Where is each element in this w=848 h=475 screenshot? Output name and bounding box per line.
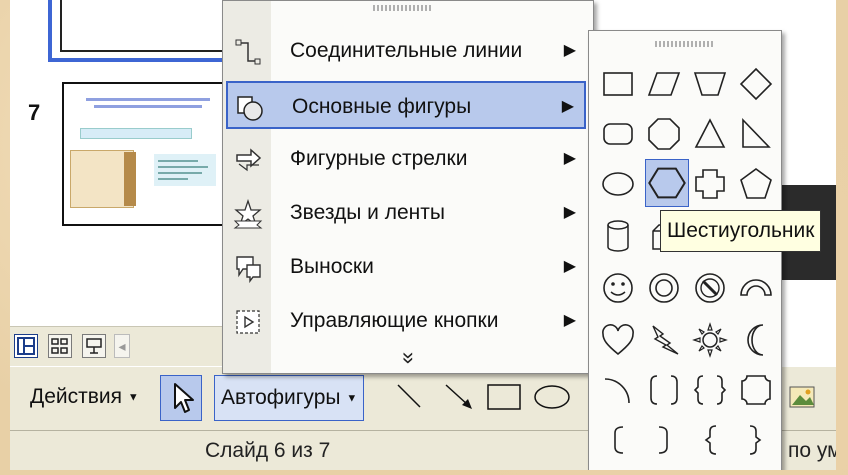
slide-thumbnail-banner: [80, 128, 192, 139]
block-arrows-icon: [232, 145, 264, 175]
actions-menu-button[interactable]: Действия ▼: [30, 385, 139, 409]
slide-thumbnail-pane: 7: [10, 0, 236, 335]
menu-item-stars-banners[interactable]: Звезды и ленты ▶: [226, 189, 586, 237]
slide-thumbnail-title: [80, 92, 216, 108]
submenu-arrow-icon: ▶: [563, 42, 576, 59]
rectangle-shape-icon[interactable]: [599, 65, 637, 103]
basic-shapes-icon: [234, 93, 266, 123]
menu-item-basic-shapes[interactable]: Основные фигуры ▶: [226, 81, 586, 129]
stars-banners-icon: [232, 198, 264, 229]
action-buttons-icon: [232, 307, 264, 337]
lightning-bolt-shape-icon[interactable]: [645, 321, 683, 359]
submenu-arrow-icon: ▶: [561, 98, 574, 115]
expand-menu-chevron-icon[interactable]: »: [396, 352, 422, 364]
slide-canvas-area: [780, 0, 836, 185]
cursor-arrow-icon: [174, 383, 194, 413]
insert-picture-icon[interactable]: [788, 383, 818, 411]
dropdown-arrow-icon: ▼: [346, 392, 358, 405]
right-bracket-shape-icon[interactable]: [645, 421, 683, 459]
slide-thumbnail-image-spine: [124, 152, 136, 206]
octagon-shape-icon[interactable]: [645, 115, 683, 153]
sun-shape-icon[interactable]: [691, 321, 729, 359]
moon-shape-icon[interactable]: [737, 321, 775, 359]
slide-sorter-view-icon[interactable]: [48, 334, 72, 358]
slide-thumbnail-textbox: [154, 154, 216, 186]
view-buttons-bar: ◂: [10, 326, 224, 367]
triangle-shape-icon[interactable]: [691, 115, 729, 153]
rounded-rectangle-shape-icon[interactable]: [599, 115, 637, 153]
menu-item-connectors[interactable]: Соединительные линии ▶: [226, 27, 586, 75]
no-symbol-shape-icon[interactable]: [691, 269, 729, 307]
oval-tool-icon[interactable]: [532, 383, 572, 411]
menu-item-action-buttons[interactable]: Управляющие кнопки ▶: [226, 297, 586, 345]
application-window: 7 ◂ Действия ▼ Автофигуры ▼ Слайд 6 из 7…: [10, 0, 836, 470]
menu-item-label: Соединительные линии: [290, 39, 523, 62]
donut-shape-icon[interactable]: [645, 269, 683, 307]
menu-item-block-arrows[interactable]: Фигурные стрелки ▶: [226, 135, 586, 183]
slide-number: 7: [28, 100, 41, 125]
heart-shape-icon[interactable]: [599, 321, 637, 359]
double-brace-shape-icon[interactable]: [691, 371, 729, 409]
arrow-tool-icon[interactable]: [442, 381, 476, 413]
menu-item-label: Выноски: [290, 255, 374, 278]
shape-tooltip: Шестиугольник: [660, 210, 822, 252]
actions-label: Действия: [30, 385, 123, 408]
slide-thumbnail-7[interactable]: [62, 82, 232, 226]
parallelogram-shape-icon[interactable]: [645, 65, 683, 103]
submenu-arrow-icon: ▶: [563, 204, 576, 221]
trapezoid-shape-icon[interactable]: [691, 65, 729, 103]
connector-lines-icon: [232, 37, 264, 67]
menu-item-label: Основные фигуры: [292, 95, 472, 118]
select-objects-button[interactable]: [160, 375, 202, 421]
menu-drag-handle[interactable]: [373, 5, 433, 11]
scroll-left-icon[interactable]: ◂: [114, 334, 130, 358]
submenu-arrow-icon: ▶: [563, 258, 576, 275]
submenu-drag-handle[interactable]: [655, 41, 715, 47]
callouts-icon: [232, 253, 264, 284]
cross-shape-icon[interactable]: [691, 165, 729, 203]
dropdown-arrow-icon: ▼: [127, 391, 139, 404]
can-shape-icon[interactable]: [599, 217, 637, 255]
rectangle-tool-icon[interactable]: [486, 383, 522, 411]
menu-item-label: Звезды и ленты: [290, 201, 445, 224]
slide-thumbnail-6[interactable]: [48, 0, 236, 62]
plaque-shape-icon[interactable]: [737, 371, 775, 409]
normal-view-icon[interactable]: [14, 334, 38, 358]
submenu-arrow-icon: ▶: [563, 150, 576, 167]
status-design-name: по умо: [788, 439, 836, 462]
menu-item-label: Управляющие кнопки: [290, 309, 499, 332]
autoshapes-menu-button[interactable]: Автофигуры ▼: [214, 375, 365, 421]
submenu-arrow-icon: ▶: [563, 312, 576, 329]
menu-item-callouts[interactable]: Выноски ▶: [226, 243, 586, 291]
left-bracket-shape-icon[interactable]: [599, 421, 637, 459]
slideshow-view-icon[interactable]: [82, 334, 106, 358]
arc-shape-icon[interactable]: [599, 371, 637, 409]
autoshapes-label: Автофигуры: [221, 386, 341, 409]
hexagon-shape-icon[interactable]: [645, 159, 689, 207]
smiley-face-shape-icon[interactable]: [599, 269, 637, 307]
slide-counter: Слайд 6 из 7: [205, 439, 331, 462]
right-triangle-shape-icon[interactable]: [737, 115, 775, 153]
diamond-shape-icon[interactable]: [737, 65, 775, 103]
oval-shape-icon[interactable]: [599, 165, 637, 203]
double-bracket-shape-icon[interactable]: [645, 371, 683, 409]
autoshapes-menu: Соединительные линии ▶ Основные фигуры ▶…: [222, 0, 594, 374]
pentagon-shape-icon[interactable]: [737, 165, 775, 203]
left-brace-shape-icon[interactable]: [691, 421, 729, 459]
menu-item-label: Фигурные стрелки: [290, 147, 468, 170]
right-brace-shape-icon[interactable]: [737, 421, 775, 459]
line-tool-icon[interactable]: [394, 381, 424, 411]
block-arc-shape-icon[interactable]: [737, 269, 775, 307]
